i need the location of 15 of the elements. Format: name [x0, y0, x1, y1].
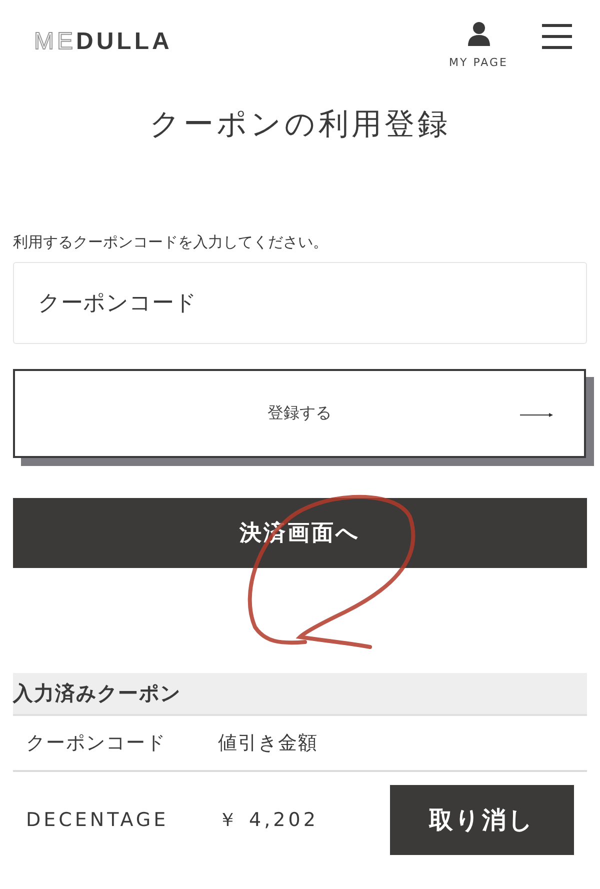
coupon-code: DECENTAGE [25, 809, 170, 831]
logo[interactable]: ME DULLA [34, 28, 172, 56]
checkout-button[interactable]: 決済画面へ [13, 498, 587, 568]
cancel-button[interactable]: 取り消し [390, 785, 574, 855]
discount-amount: ￥ 4,202 [218, 808, 320, 833]
column-header: 値引き金額 [218, 731, 319, 756]
my-page-label[interactable]: MY PAGE [449, 56, 508, 69]
field-label: 利用するクーポンコードを入力してください。 [13, 233, 329, 252]
arrow-icon [520, 412, 554, 418]
coupon-code-field[interactable]: クーポンコード [13, 262, 587, 344]
column-header: クーポンコード [25, 731, 167, 756]
page-title: クーポンの利用登録 [148, 106, 452, 144]
menu-icon[interactable] [542, 24, 572, 50]
section-heading: 入力済みクーポン [13, 673, 587, 716]
user-icon[interactable] [468, 22, 490, 46]
